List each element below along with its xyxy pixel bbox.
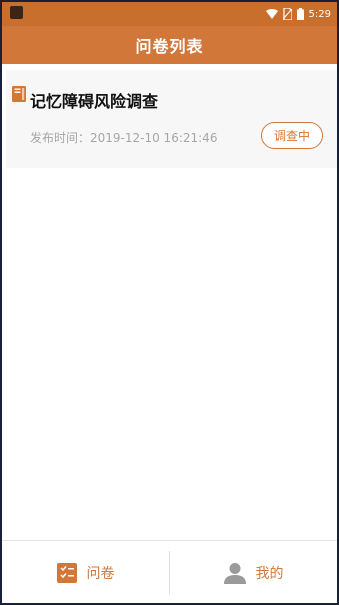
page-title: 问卷列表 xyxy=(135,37,204,56)
survey-title: 记忆障碍风险调查 xyxy=(30,92,159,111)
bottom-nav: 问卷 我的 xyxy=(2,540,337,603)
nav-label-mine: 我的 xyxy=(255,565,284,582)
app-notification-icon xyxy=(10,6,23,19)
nav-tab-mine[interactable]: 我的 xyxy=(170,541,337,603)
no-sim-icon xyxy=(282,8,292,20)
status-time: 5:29 xyxy=(308,8,331,20)
title-bar: 问卷列表 xyxy=(2,26,337,64)
person-icon xyxy=(223,562,246,584)
survey-list: 记忆障碍风险调查 发布时间：2019-12-10 16:21:46 调查中 xyxy=(2,64,337,540)
nav-tab-survey[interactable]: 问卷 xyxy=(2,541,169,603)
battery-icon xyxy=(296,8,304,20)
survey-publish-time: 发布时间：2019-12-10 16:21:46 xyxy=(30,131,218,145)
survey-card[interactable]: 记忆障碍风险调查 发布时间：2019-12-10 16:21:46 调查中 xyxy=(6,70,337,168)
status-indicators: 5:29 xyxy=(265,5,331,23)
survey-status-button[interactable]: 调查中 xyxy=(261,122,323,149)
wifi-icon xyxy=(265,9,278,19)
document-icon xyxy=(12,86,26,102)
app-frame: 5:29 问卷列表 记忆障碍风险调查 发布时间：2019-12-10 16:21… xyxy=(0,0,339,605)
status-bar: 5:29 xyxy=(2,2,337,26)
survey-checklist-icon xyxy=(56,562,77,583)
nav-label-survey: 问卷 xyxy=(86,565,115,582)
